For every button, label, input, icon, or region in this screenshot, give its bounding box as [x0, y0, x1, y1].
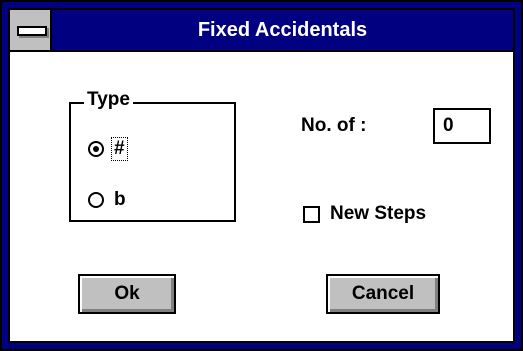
no-of-label: No. of : [301, 115, 367, 136]
radio-sharp[interactable]: # [88, 136, 128, 162]
new-steps-checkbox-box[interactable] [303, 205, 320, 223]
radio-flat-indicator[interactable] [88, 192, 104, 208]
radio-sharp-indicator[interactable] [88, 141, 104, 157]
no-of-input[interactable] [433, 108, 491, 144]
title-bar[interactable]: Fixed Accidentals [10, 10, 513, 52]
window-title: Fixed Accidentals [197, 19, 368, 41]
system-menu-button[interactable] [10, 10, 52, 50]
system-menu-icon [17, 26, 47, 36]
new-steps-checkbox[interactable]: New Steps [303, 202, 426, 226]
new-steps-label[interactable]: New Steps [330, 203, 426, 225]
ok-button[interactable]: Ok [78, 274, 176, 314]
dialog-client-area: Type # b No. of : New Steps Ok Cancel [10, 52, 513, 341]
cancel-button[interactable]: Cancel [326, 274, 440, 314]
radio-flat[interactable]: b [88, 187, 128, 213]
radio-flat-label[interactable]: b [112, 189, 128, 211]
fixed-accidentals-dialog: Fixed Accidentals Type # b No. of : New … [0, 0, 523, 351]
radio-sharp-label[interactable]: # [111, 137, 128, 161]
type-group-label: Type [84, 88, 133, 112]
